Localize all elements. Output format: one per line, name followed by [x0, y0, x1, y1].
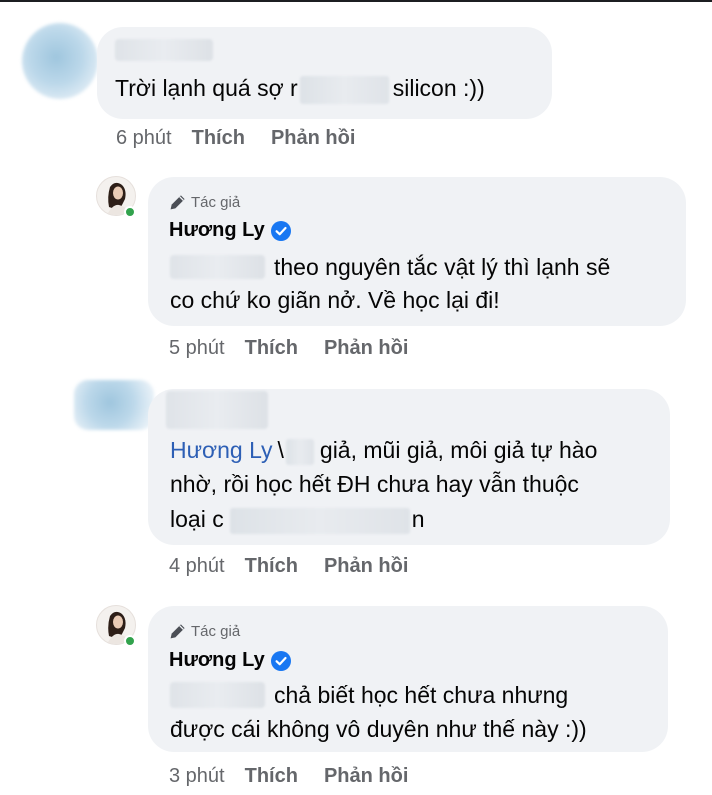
- like-button[interactable]: Thích: [245, 337, 298, 360]
- author-name-row: Hương Ly: [169, 649, 291, 672]
- top-divider: [0, 0, 712, 2]
- comment-actions-2: 5 phút Thích Phản hồi: [169, 337, 434, 360]
- comment-text-line: nhờ, rồi học hết ĐH chưa hay vẫn thuộc: [170, 471, 579, 497]
- pen-icon: [170, 624, 185, 639]
- comment-actions-3: 4 phút Thích Phản hồi: [169, 555, 434, 578]
- reply-button[interactable]: Phản hồi: [324, 555, 408, 578]
- reply-button[interactable]: Phản hồi: [271, 127, 355, 150]
- mention-link[interactable]: Hương Ly: [170, 437, 273, 463]
- comment-text-part: loại c: [170, 506, 224, 532]
- comment-bubble-4: Tác giả Hương Ly chả biết học hết chưa n…: [148, 606, 668, 752]
- comment-time[interactable]: 4 phút: [169, 555, 225, 578]
- mentioned-user-redacted[interactable]: [170, 255, 265, 279]
- comment-bubble-1: Trời lạnh quá sợ r silicon :)): [97, 27, 552, 119]
- comment-text-line: chả biết học hết chưa nhưng: [274, 682, 569, 708]
- comment-text-part: giả, mũi giả, môi giả tự hào: [319, 437, 598, 463]
- author-badge-label: Tác giả: [191, 194, 241, 211]
- comment-bubble-3: Hương Ly \ giả, mũi giả, môi giả tự hào nh…: [148, 389, 670, 545]
- online-status-dot: [124, 635, 136, 647]
- verified-badge-icon: [270, 220, 291, 241]
- comment-time[interactable]: 6 phút: [116, 127, 172, 150]
- author-name[interactable]: Hương Ly: [169, 219, 265, 242]
- like-button[interactable]: Thích: [192, 127, 245, 150]
- redacted-text: [299, 75, 389, 104]
- author-name-row: Hương Ly: [169, 219, 291, 242]
- comment-text-line: loại c n: [170, 503, 425, 536]
- comment-text-part: silicon :)): [392, 75, 485, 101]
- comment-text-line: được cái không vô duyên như thế này :)): [170, 716, 587, 742]
- redacted-text: [229, 507, 410, 534]
- mentioned-user-redacted[interactable]: [170, 682, 265, 708]
- reply-button[interactable]: Phản hồi: [324, 337, 408, 360]
- reply-button[interactable]: Phản hồi: [324, 765, 408, 788]
- verified-badge-icon: [270, 650, 291, 671]
- author-badge-label: Tác giả: [191, 623, 241, 640]
- comment-actions-1: 6 phút Thích Phản hồi: [116, 127, 381, 150]
- comment-text-part: \: [277, 437, 284, 463]
- online-status-dot: [124, 206, 136, 218]
- pen-icon: [170, 195, 185, 210]
- comment-text-line: Hương Ly \ giả, mũi giả, môi giả tự hào: [170, 434, 597, 467]
- commenter-avatar-1[interactable]: [22, 23, 98, 99]
- commenter-name-redacted[interactable]: [115, 39, 213, 61]
- comment-time[interactable]: 5 phút: [169, 337, 225, 360]
- comment-text-line: co chứ ko giãn nở. Về học lại đi!: [170, 287, 500, 313]
- comment-text: Trời lạnh quá sợ r silicon :)): [115, 72, 485, 105]
- like-button[interactable]: Thích: [245, 765, 298, 788]
- author-badge: Tác giả: [169, 194, 240, 211]
- comment-text-line: theo nguyên tắc vật lý thì lạnh sẽ: [274, 254, 611, 280]
- like-button[interactable]: Thích: [245, 555, 298, 578]
- commenter-name-redacted[interactable]: [166, 391, 268, 429]
- comment-text-part: Trời lạnh quá sợ r: [115, 75, 298, 101]
- redacted-text: [285, 438, 314, 465]
- comment-actions-4: 3 phút Thích Phản hồi: [169, 765, 434, 788]
- author-badge: Tác giả: [169, 623, 240, 640]
- comment-bubble-2: Tác giả Hương Ly theo nguyên tắc vật lý …: [148, 177, 686, 326]
- author-name[interactable]: Hương Ly: [169, 649, 265, 672]
- comment-time[interactable]: 3 phút: [169, 765, 225, 788]
- commenter-avatar-3[interactable]: [74, 380, 154, 430]
- comment-text-part: n: [411, 506, 425, 532]
